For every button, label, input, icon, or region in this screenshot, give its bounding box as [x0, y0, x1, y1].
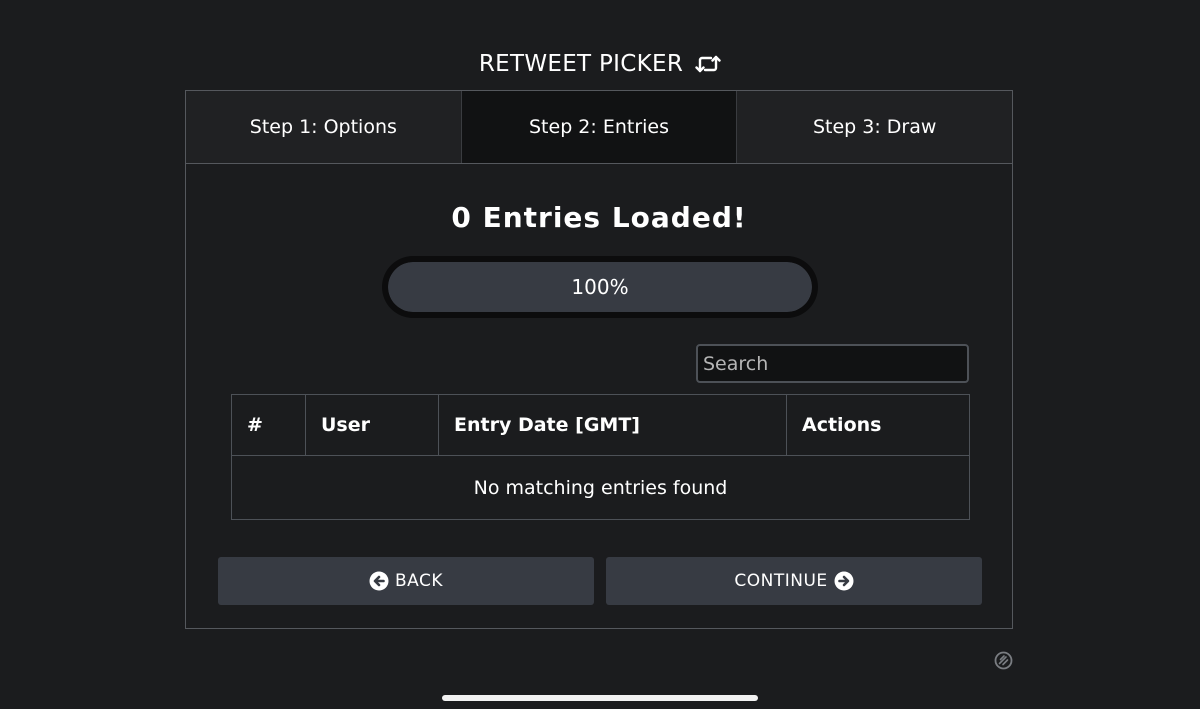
column-header-user[interactable]: User	[305, 394, 439, 456]
table-row: No matching entries found	[231, 455, 970, 520]
tab-step-3-draw[interactable]: Step 3: Draw	[737, 91, 1013, 163]
search-input[interactable]	[696, 344, 969, 383]
wizard-panel: Step 1: Options Step 2: Entries Step 3: …	[185, 90, 1013, 629]
tab-step-1-options[interactable]: Step 1: Options	[186, 91, 462, 163]
table-header-row: # User Entry Date [GMT] Actions	[231, 394, 970, 456]
back-button[interactable]: BACK	[218, 557, 594, 605]
arrow-left-circle-icon	[369, 571, 389, 591]
app-header: RETWEET PICKER	[0, 44, 1200, 84]
column-header-actions: Actions	[786, 394, 970, 456]
progress-track: 100%	[388, 262, 812, 312]
column-header-number[interactable]: #	[231, 394, 306, 456]
continue-button[interactable]: CONTINUE	[606, 557, 982, 605]
progress-label: 100%	[571, 275, 629, 299]
entries-table: # User Entry Date [GMT] Actions No match…	[231, 394, 970, 520]
edit-icon[interactable]	[994, 651, 1013, 674]
arrow-right-circle-icon	[834, 571, 854, 591]
home-indicator[interactable]	[442, 695, 758, 701]
progress-fill: 100%	[388, 262, 812, 312]
progress-bar: 100%	[382, 256, 818, 318]
step-tabs: Step 1: Options Step 2: Entries Step 3: …	[186, 91, 1013, 164]
column-header-entry-date[interactable]: Entry Date [GMT]	[438, 394, 787, 456]
continue-button-label: CONTINUE	[734, 571, 828, 591]
empty-table-message: No matching entries found	[231, 455, 970, 520]
tab-step-2-entries[interactable]: Step 2: Entries	[461, 91, 738, 163]
app-title: RETWEET PICKER	[478, 51, 684, 77]
retweet-icon	[695, 54, 721, 74]
entries-loaded-heading: 0 Entries Loaded!	[451, 201, 747, 234]
back-button-label: BACK	[394, 571, 443, 591]
